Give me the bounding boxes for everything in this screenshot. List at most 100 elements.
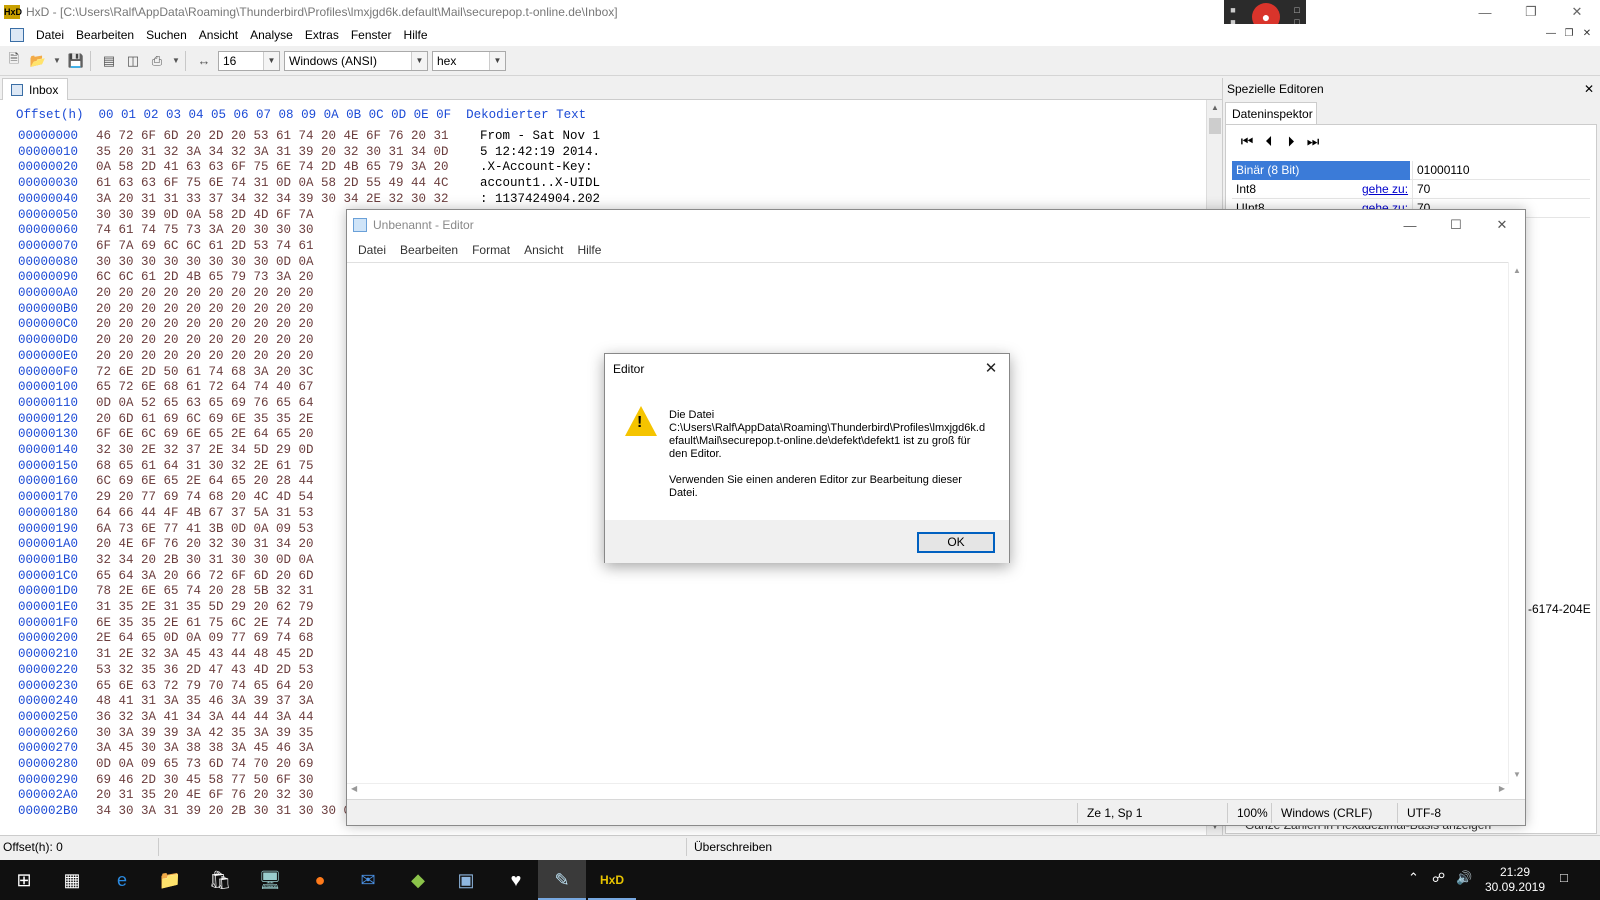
network-icon[interactable]: ☍ [1432, 870, 1445, 886]
chevron-down-icon[interactable]: ▼ [489, 51, 505, 70]
hex-row-bytes[interactable]: 6F 6E 6C 69 6E 65 2E 64 65 20 [96, 427, 314, 441]
panel-close-icon[interactable]: ✕ [1584, 82, 1594, 96]
scroll-down-icon[interactable]: ▼ [1513, 770, 1521, 779]
notepad-menu-format[interactable]: Format [465, 243, 517, 257]
hex-row-bytes[interactable]: 32 34 20 2B 30 31 30 30 0D 0A [96, 553, 314, 567]
tray-chevron-up-icon[interactable]: ⌃ [1408, 870, 1419, 886]
save-icon[interactable]: 💾 [66, 51, 86, 71]
volume-icon[interactable]: 🔊 [1456, 870, 1472, 886]
ram-icon[interactable]: ▤ [99, 51, 119, 71]
thunderbird-icon[interactable]: ✉ [354, 866, 382, 894]
image-viewer-icon[interactable]: ▣ [452, 866, 480, 894]
scroll-up-icon[interactable]: ▲ [1207, 100, 1223, 116]
scroll-right-icon[interactable]: ▶ [1499, 784, 1505, 793]
tab-data-inspector[interactable]: Dateninspektor [1225, 102, 1317, 124]
minimize-icon[interactable]: — [1462, 0, 1508, 24]
hex-row-bytes[interactable]: 65 6E 63 72 79 70 74 65 64 20 [96, 679, 314, 693]
menu-extras[interactable]: Extras [299, 28, 345, 42]
open-folder-icon[interactable]: 📂 [28, 51, 48, 71]
hex-row-bytes[interactable]: 61 63 63 6F 75 6E 74 31 0D 0A 58 2D 55 4… [96, 176, 449, 190]
menu-ansicht[interactable]: Ansicht [193, 28, 244, 42]
mdi-minimize-icon[interactable]: — [1542, 28, 1560, 42]
hex-row-bytes[interactable]: 3A 20 31 31 33 37 34 32 34 39 30 34 2E 3… [96, 192, 449, 206]
document-icon[interactable] [10, 28, 24, 42]
open-dropdown-icon[interactable]: ▼ [52, 51, 62, 71]
hex-row-bytes[interactable]: 65 72 6E 68 61 72 64 74 40 67 [96, 380, 314, 394]
disk-icon[interactable]: ◫ [123, 51, 143, 71]
hex-row-bytes[interactable]: 31 2E 32 3A 45 43 44 48 45 2D [96, 647, 314, 661]
menu-datei[interactable]: Datei [30, 28, 70, 42]
taskbar-clock[interactable]: 21:29 30.09.2019 [1478, 865, 1552, 895]
hex-row-bytes[interactable]: 6C 6C 61 2D 4B 65 79 73 3A 20 [96, 270, 314, 284]
notepad-menu-bearbeiten[interactable]: Bearbeiten [393, 243, 465, 257]
notepad-menu-ansicht[interactable]: Ansicht [517, 243, 570, 257]
hex-row-bytes[interactable]: 20 6D 61 69 6C 69 6E 35 35 2E [96, 412, 314, 426]
hex-row-bytes[interactable]: 20 4E 6F 76 20 32 30 31 34 20 [96, 537, 314, 551]
edge-browser-icon[interactable]: e [108, 866, 136, 894]
close-icon[interactable]: ✕ [1554, 0, 1600, 24]
store-icon[interactable]: 🛍 [206, 866, 234, 894]
app-flame-icon[interactable]: ♥ [502, 866, 530, 894]
scroll-up-icon[interactable]: ▲ [1513, 266, 1521, 275]
charset-select[interactable]: Windows (ANSI) ▼ [284, 50, 428, 71]
notification-icon[interactable]: □ [1560, 870, 1568, 885]
hex-row-bytes[interactable]: 30 3A 39 39 3A 42 35 3A 39 35 [96, 726, 314, 740]
inspector-row-value[interactable]: 01000110 [1412, 161, 1590, 180]
hex-row-text[interactable]: .X-Account-Key: [480, 160, 600, 174]
new-file-icon[interactable]: 🗎 [4, 51, 24, 71]
hex-row-text[interactable]: 5 12:42:19 2014. [480, 145, 600, 159]
hex-row-bytes[interactable]: 20 20 20 20 20 20 20 20 20 20 [96, 286, 314, 300]
menu-fenster[interactable]: Fenster [345, 28, 398, 42]
hex-row-text[interactable]: : 1137424904.202 [480, 192, 600, 206]
hex-row-bytes[interactable]: 46 72 6F 6D 20 2D 20 53 61 74 20 4E 6F 7… [96, 129, 449, 143]
hex-row-bytes[interactable]: 74 61 74 75 73 3A 20 30 30 30 [96, 223, 314, 237]
hex-row-bytes[interactable]: 31 35 2E 31 35 5D 29 20 62 79 [96, 600, 314, 614]
goto-link[interactable]: gehe zu: [1362, 182, 1408, 196]
hex-row-bytes[interactable]: 6E 35 35 2E 61 75 6C 2E 74 2D [96, 616, 314, 630]
ok-button[interactable]: OK [917, 532, 995, 553]
hex-row-bytes[interactable]: 20 20 20 20 20 20 20 20 20 20 [96, 349, 314, 363]
hex-row-bytes[interactable]: 0D 0A 09 65 73 6D 74 70 20 69 [96, 757, 314, 771]
hex-row-bytes[interactable]: 36 32 3A 41 34 3A 44 44 3A 44 [96, 710, 314, 724]
menu-hilfe[interactable]: Hilfe [398, 28, 434, 42]
hex-row-bytes[interactable]: 64 66 44 4F 4B 67 37 5A 31 53 [96, 506, 314, 520]
hex-row-bytes[interactable]: 65 64 3A 20 66 72 6F 6D 20 6D [96, 569, 314, 583]
notepad-minimize-icon[interactable]: — [1387, 210, 1433, 240]
print-dropdown-icon[interactable]: ▼ [171, 51, 181, 71]
previous-icon[interactable]: ⏴ [1258, 133, 1280, 151]
inspector-row-int8[interactable]: Int8 gehe zu: 70 [1232, 180, 1590, 199]
notepad-close-icon[interactable]: ✕ [1479, 210, 1525, 240]
hex-row-text[interactable]: account1..X-UIDL [480, 176, 600, 190]
scroll-thumb[interactable] [1209, 118, 1221, 134]
inspector-row-value[interactable]: 70 [1412, 180, 1590, 199]
hex-row-bytes[interactable]: 72 6E 2D 50 61 74 68 3A 20 3C [96, 365, 314, 379]
hex-row-bytes[interactable]: 78 2E 6E 65 74 20 28 5B 32 31 [96, 584, 314, 598]
menu-bearbeiten[interactable]: Bearbeiten [70, 28, 140, 42]
windows-start-icon[interactable]: ⊞ [10, 866, 38, 894]
notepad-horizontal-scrollbar[interactable]: ◀ ▶ [347, 783, 1509, 797]
bytes-per-row-select[interactable]: 16 ▼ [218, 50, 280, 71]
menu-suchen[interactable]: Suchen [140, 28, 193, 42]
hex-row-bytes[interactable]: 69 46 2D 30 45 58 77 50 6F 30 [96, 773, 314, 787]
hex-row-bytes[interactable]: 20 31 35 20 4E 6F 76 20 32 30 [96, 788, 314, 802]
notepad-maximize-icon[interactable]: ☐ [1433, 210, 1479, 240]
hex-row-bytes[interactable]: 35 20 31 32 3A 34 32 3A 31 39 20 32 30 3… [96, 145, 449, 159]
hex-row-bytes[interactable]: 0D 0A 52 65 63 65 69 76 65 64 [96, 396, 314, 410]
hex-row-bytes[interactable]: 6C 69 6E 65 2E 64 65 20 28 44 [96, 474, 314, 488]
hex-row-bytes[interactable]: 20 20 20 20 20 20 20 20 20 20 [96, 333, 314, 347]
hex-row-bytes[interactable]: 0A 58 2D 41 63 63 6F 75 6E 74 2D 4B 65 7… [96, 160, 449, 174]
print-icon[interactable]: ⎙ [147, 51, 167, 71]
hex-row-bytes[interactable]: 53 32 35 36 2D 47 43 4D 2D 53 [96, 663, 314, 677]
mdi-restore-icon[interactable]: ❐ [1560, 28, 1578, 42]
app-green-icon[interactable]: ◆ [404, 866, 432, 894]
tab-inbox[interactable]: Inbox [2, 78, 68, 100]
hex-row-bytes[interactable]: 20 20 20 20 20 20 20 20 20 20 [96, 302, 314, 316]
hex-row-bytes[interactable]: 30 30 39 0D 0A 58 2D 4D 6F 7A [96, 208, 314, 222]
chevron-down-icon[interactable]: ▼ [263, 51, 279, 70]
notepad-vertical-scrollbar[interactable]: ▲ ▼ [1508, 262, 1525, 797]
hex-row-text[interactable]: From - Sat Nov 1 [480, 129, 600, 143]
hxd-app-icon[interactable]: HxD [4, 5, 22, 19]
remote-desktop-icon[interactable]: 🖥 [256, 866, 284, 894]
hex-row-bytes[interactable]: 48 41 31 3A 35 46 3A 39 37 3A [96, 694, 314, 708]
hex-row-bytes[interactable]: 6A 73 6E 77 41 3B 0D 0A 09 53 [96, 522, 314, 536]
